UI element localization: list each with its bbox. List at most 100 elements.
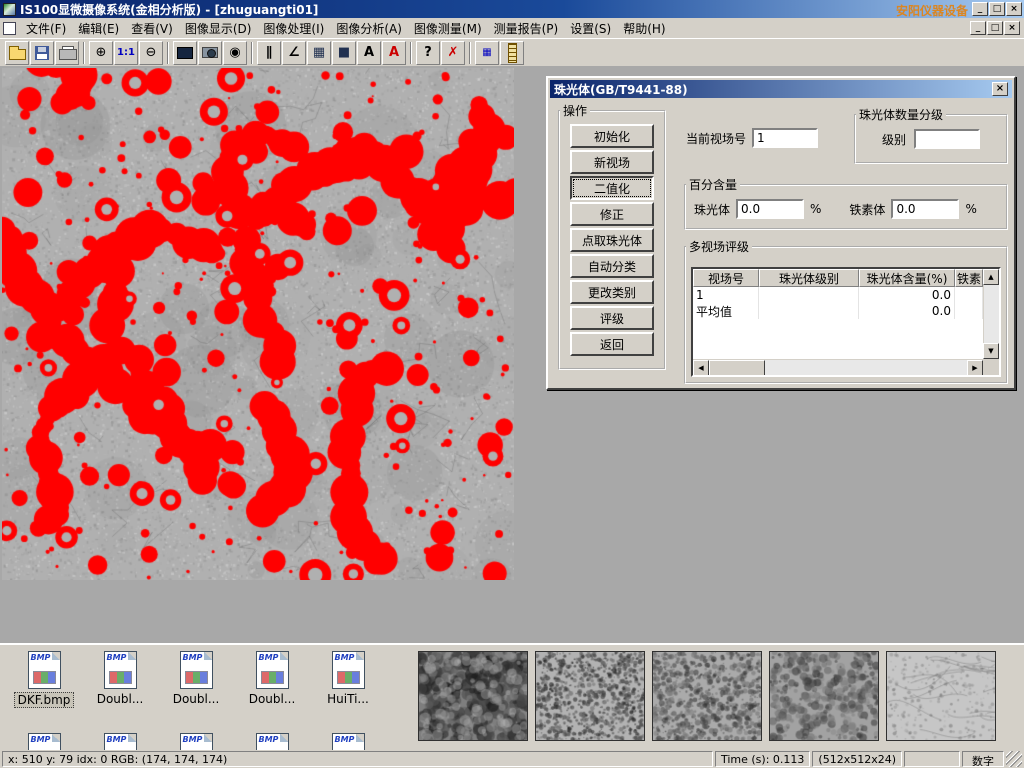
angle-measure-icon[interactable]: ∠ <box>282 41 306 65</box>
print-icon[interactable] <box>55 41 79 65</box>
delete-icon[interactable]: ✗ <box>441 41 465 65</box>
file-item[interactable]: BMP HuiTi... <box>310 651 386 708</box>
mdi-minimize-button[interactable]: _ <box>970 21 986 35</box>
file-name[interactable]: Doubl... <box>170 692 223 706</box>
menu-image-display[interactable]: 图像显示(D) <box>179 17 258 40</box>
target-icon[interactable]: ◉ <box>223 41 247 65</box>
scroll-up-icon[interactable]: ▲ <box>983 269 999 285</box>
file-name[interactable]: HuiTi... <box>324 692 372 706</box>
thumbnail-4[interactable] <box>769 651 879 741</box>
menu-image-analysis[interactable]: 图像分析(A) <box>330 17 408 40</box>
horizontal-scrollbar[interactable]: ◀ ▶ <box>693 359 983 375</box>
menu-edit[interactable]: 编辑(E) <box>72 17 125 40</box>
current-field-label: 当前视场号 <box>686 130 746 147</box>
change-category-button[interactable]: 更改类别 <box>570 280 654 304</box>
auto-classify-button[interactable]: 自动分类 <box>570 254 654 278</box>
current-field-input[interactable] <box>752 128 818 148</box>
resize-grip[interactable] <box>1006 751 1022 767</box>
thumbnail-5[interactable] <box>886 651 996 741</box>
save-icon[interactable] <box>30 41 54 65</box>
metallograph-image[interactable] <box>2 68 514 580</box>
ruler-icon[interactable] <box>500 41 524 65</box>
percent-group-label: 百分含量 <box>686 176 740 193</box>
percent-sign: % <box>810 202 821 216</box>
open-icon[interactable] <box>5 41 29 65</box>
bmp-file-icon: BMP <box>256 651 289 689</box>
return-button[interactable]: 返回 <box>570 332 654 356</box>
thumbnail-3[interactable] <box>652 651 762 741</box>
actual-size-icon[interactable]: 1:1 <box>114 41 138 65</box>
table-header-content[interactable]: 珠光体含量(%) <box>859 269 955 287</box>
file-item[interactable]: BMP Doubl... <box>234 651 310 708</box>
correct-button[interactable]: 修正 <box>570 202 654 226</box>
dialog-close-icon[interactable]: × <box>992 82 1008 96</box>
thumbnail-strip <box>418 651 996 741</box>
table-row[interactable]: 1 0.0 <box>693 287 983 303</box>
thumbnail-2[interactable] <box>535 651 645 741</box>
file-item[interactable]: BMP <box>234 733 310 750</box>
toolbar-separator <box>251 42 253 64</box>
toolbar-separator <box>410 42 412 64</box>
bmp-file-icon: BMP <box>104 651 137 689</box>
title-bar: IS100显微摄像系统(金相分析版) - [zhuguangti01] 安阳仪器… <box>0 0 1024 18</box>
initialize-button[interactable]: 初始化 <box>570 124 654 148</box>
file-item[interactable]: BMP <box>6 733 82 750</box>
file-name[interactable]: Doubl... <box>246 692 299 706</box>
file-item[interactable]: BMP Doubl... <box>82 651 158 708</box>
font-icon[interactable]: A <box>382 41 406 65</box>
file-item[interactable]: BMP <box>310 733 386 750</box>
menu-image-processing[interactable]: 图像处理(I) <box>257 17 330 40</box>
menu-view[interactable]: 查看(V) <box>125 17 179 40</box>
image-window-icon[interactable] <box>173 41 197 65</box>
mdi-restore-button[interactable]: □ <box>987 21 1003 35</box>
text-annotation-icon[interactable]: A <box>357 41 381 65</box>
file-name[interactable]: DKF.bmp <box>14 692 75 708</box>
table-header-ferrite[interactable]: 铁素 <box>955 269 983 287</box>
vertical-scrollbar[interactable]: ▲ ▼ <box>983 269 999 359</box>
scrollbar-thumb[interactable] <box>709 360 765 376</box>
level-input[interactable] <box>914 129 980 149</box>
rate-button[interactable]: 评级 <box>570 306 654 330</box>
menu-help[interactable]: 帮助(H) <box>617 17 671 40</box>
zoom-out-icon[interactable]: ⊖ <box>139 41 163 65</box>
grid-blue-icon[interactable]: ▦ <box>475 41 499 65</box>
menu-image-measure[interactable]: 图像测量(M) <box>408 17 488 40</box>
ferrite-label: 铁素体 <box>849 201 885 218</box>
menu-measure-report[interactable]: 测量报告(P) <box>488 17 565 40</box>
file-browser-panel: BMP DKF.bmp BMP Doubl... BMP Doubl... <box>0 643 1024 750</box>
file-item[interactable]: BMP DKF.bmp <box>6 651 82 708</box>
menu-settings[interactable]: 设置(S) <box>564 17 617 40</box>
table-row-average[interactable]: 平均值 0.0 <box>693 303 983 319</box>
pearlite-percent-input[interactable] <box>736 199 804 219</box>
ferrite-percent-input[interactable] <box>891 199 959 219</box>
caliper-measure-icon[interactable]: ∥ <box>257 41 281 65</box>
pick-pearlite-button[interactable]: 点取珠光体 <box>570 228 654 252</box>
new-field-button[interactable]: 新视场 <box>570 150 654 174</box>
zoom-in-icon[interactable]: ⊕ <box>89 41 113 65</box>
camera-icon[interactable] <box>198 41 222 65</box>
bmp-file-icon: BMP <box>180 651 213 689</box>
help-icon[interactable]: ? <box>416 41 440 65</box>
file-item[interactable]: BMP Doubl... <box>158 651 234 708</box>
grid-measure-icon[interactable]: ▦ <box>307 41 331 65</box>
minimize-button[interactable]: _ <box>972 2 988 16</box>
binarize-button[interactable]: 二值化 <box>570 176 654 200</box>
mdi-close-button[interactable]: × <box>1004 21 1020 35</box>
close-button[interactable]: × <box>1006 2 1022 16</box>
scroll-right-icon[interactable]: ▶ <box>967 360 983 376</box>
file-name[interactable]: Doubl... <box>94 692 147 706</box>
file-item[interactable]: BMP <box>158 733 234 750</box>
dark-square-icon[interactable]: ■ <box>332 41 356 65</box>
pearlite-label: 珠光体 <box>694 201 730 218</box>
file-item[interactable]: BMP <box>82 733 158 750</box>
thumbnail-1[interactable] <box>418 651 528 741</box>
table-header-level[interactable]: 珠光体级别 <box>759 269 859 287</box>
maximize-button[interactable]: □ <box>989 2 1005 16</box>
scroll-down-icon[interactable]: ▼ <box>983 343 999 359</box>
file-list: BMP DKF.bmp BMP Doubl... BMP Doubl... <box>6 645 412 750</box>
menu-file[interactable]: 文件(F) <box>20 17 72 40</box>
dialog-titlebar[interactable]: 珠光体(GB/T9441-88) × <box>550 80 1012 98</box>
pearlite-dialog: 珠光体(GB/T9441-88) × 操作 初始化 新视场 二值化 修正 点取珠… <box>546 76 1016 390</box>
scroll-left-icon[interactable]: ◀ <box>693 360 709 376</box>
table-header-field[interactable]: 视场号 <box>693 269 759 287</box>
